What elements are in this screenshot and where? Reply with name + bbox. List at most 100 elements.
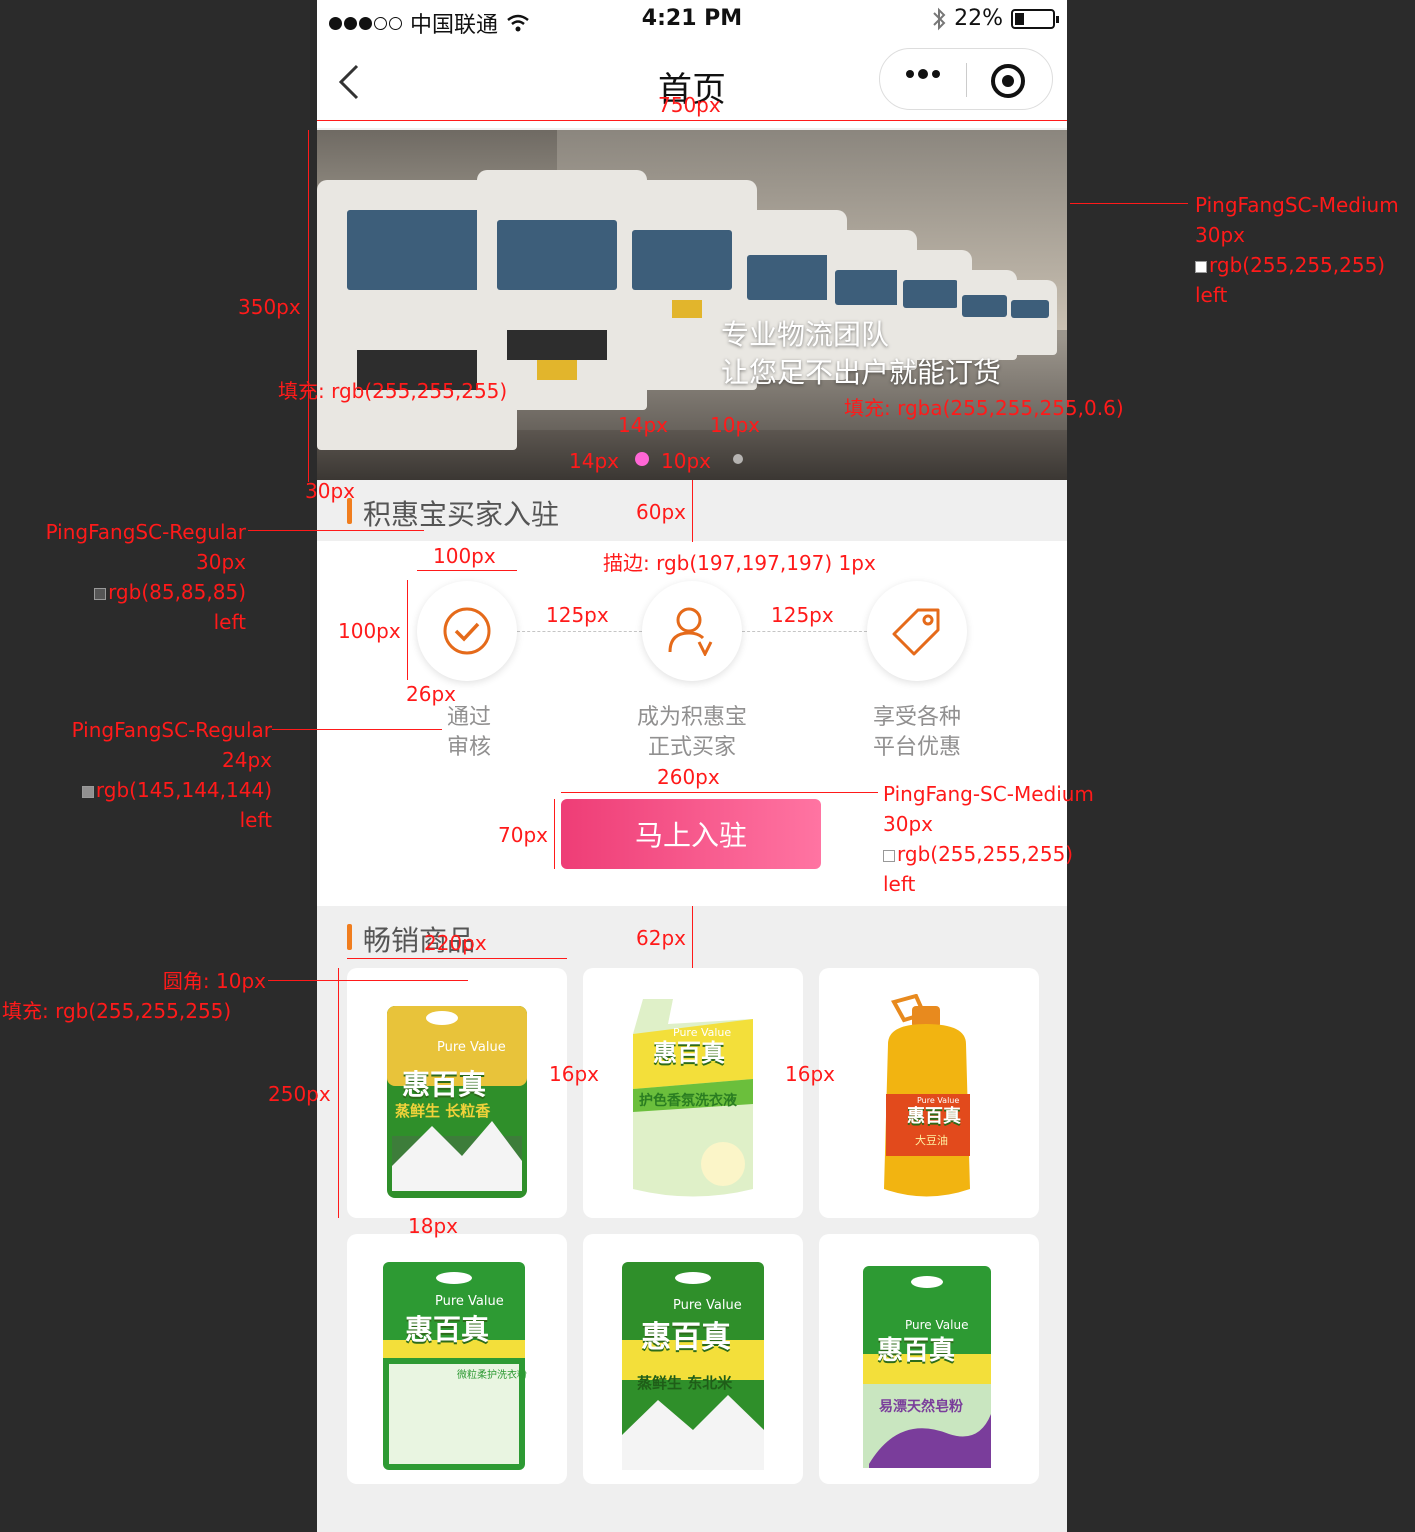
product-card[interactable]: 惠百真 Pure Value 微粒柔护洗衣粉 [347, 1234, 567, 1484]
product-card[interactable]: 惠百真 Pure Value 易漂天然皂粉 [819, 1234, 1039, 1484]
close-target-icon[interactable] [991, 64, 1025, 98]
font-spec-banner: PingFangSC-Medium 30px rgb(255,255,255) … [1195, 190, 1399, 310]
battery-icon [1011, 8, 1059, 29]
product-sub-brand: Pure Value [905, 1318, 969, 1332]
card-fill-spec: 填充: rgb(255,255,255) [2, 999, 232, 1023]
product-brand: 惠百真 [907, 1106, 961, 1127]
product-card[interactable]: 惠百真 Pure Value 蒸鲜生 长粒香 [347, 968, 567, 1218]
measure-label: 10px [661, 449, 711, 473]
measure-label: 750px [658, 93, 721, 117]
product-sub-brand: Pure Value [435, 1294, 504, 1309]
step-connector [517, 631, 642, 632]
measure-line [561, 792, 821, 793]
step-label-line: 正式买家 [647, 735, 736, 760]
radius-spec: 圆角: 10px [162, 969, 266, 993]
measure-label: 350px [238, 295, 301, 319]
spec-line: left [213, 610, 246, 634]
measure-label: 18px [408, 1214, 458, 1238]
measure-line [317, 120, 1067, 121]
product-brand: 惠百真 [641, 1320, 731, 1355]
product-image [622, 1262, 764, 1470]
stroke-spec: 描边: rgb(197,197,197) 1px [603, 551, 876, 575]
carousel-indicator-active[interactable] [635, 452, 649, 466]
user-v-icon [668, 607, 713, 656]
spec-line: PingFang-SC-Medium [883, 782, 1094, 806]
spec-line: rgb(85,85,85) [26, 577, 246, 607]
step-label-line: 成为积惠宝 [636, 705, 747, 730]
product-card[interactable]: 惠百真 Pure Value 蒸鲜生 东北米 [583, 1234, 803, 1484]
status-right: 22% [932, 6, 1059, 31]
battery-percent: 22% [954, 6, 1003, 31]
product-sub-brand: Pure Value [917, 1096, 960, 1105]
bluetooth-icon [933, 7, 946, 30]
product-sub-brand: Pure Value [437, 1040, 506, 1055]
fill-spec-active: 填充: rgb(255,255,255) [278, 379, 508, 403]
product-name: 护色香氛洗衣液 [639, 1093, 737, 1109]
mini-program-capsule [879, 48, 1053, 110]
spec-line: 30px [196, 550, 246, 574]
measure-label: 125px [546, 603, 609, 627]
measure-line [347, 958, 567, 959]
measure-label: 100px [338, 619, 401, 643]
spec-line: 30px [1195, 223, 1245, 247]
banner-carousel[interactable]: 专业物流团队 让您足不出户就能订货 [317, 130, 1067, 480]
section-accent-bar [347, 924, 352, 950]
step-enjoy-discounts [867, 581, 967, 681]
measure-line [308, 130, 309, 482]
status-bar: 中国联通 4:21 PM 22% [317, 0, 1067, 40]
spec-line: rgb(255,255,255) [883, 839, 1094, 869]
spec-line: 24px [222, 748, 272, 772]
spec-line: 30px [883, 812, 933, 836]
measure-line [407, 580, 408, 680]
measure-label: 14px [569, 449, 619, 473]
measure-line [554, 799, 555, 869]
spec-line: PingFangSC-Medium [1195, 193, 1399, 217]
step-review [417, 581, 517, 681]
product-card[interactable]: 惠百真 Pure Value 护色香氛洗衣液 [583, 968, 803, 1218]
spec-line: left [1195, 283, 1228, 307]
measure-label: 14px [618, 413, 668, 437]
product-brand: 惠百真 [402, 1068, 487, 1101]
measure-label: 220px [424, 931, 487, 955]
font-spec-section: PingFangSC-Regular 30px rgb(85,85,85) le… [26, 517, 246, 637]
spec-line: left [239, 808, 272, 832]
spec-line: left [883, 872, 916, 896]
font-spec-button: PingFang-SC-Medium 30px rgb(255,255,255)… [883, 779, 1094, 899]
font-spec-steps: PingFangSC-Regular 24px rgb(145,144,144)… [50, 715, 272, 835]
carousel-indicator[interactable] [733, 454, 743, 464]
product-card[interactable]: 惠百真 Pure Value 大豆油 [819, 968, 1039, 1218]
measure-label: 100px [433, 544, 496, 568]
measure-label: 30px [305, 479, 355, 503]
measure-line [338, 968, 339, 1218]
measure-label: 16px [549, 1062, 599, 1086]
step-label-review: 通过 审核 [389, 703, 549, 763]
measure-label: 26px [406, 682, 456, 706]
measure-label: 70px [498, 823, 548, 847]
step-label-discounts: 享受各种 平台优惠 [837, 703, 997, 763]
measure-label: 62px [636, 926, 686, 950]
measure-label: 60px [636, 500, 686, 524]
product-brand: 惠百真 [405, 1313, 490, 1346]
product-name: 大豆油 [915, 1134, 948, 1147]
capsule-divider [966, 63, 967, 97]
product-brand: 惠百真 [877, 1336, 956, 1366]
spec-line: PingFangSC-Regular [71, 718, 272, 742]
measure-label: 125px [771, 603, 834, 627]
tag-icon [892, 608, 940, 656]
join-section-title: 积惠宝买家入驻 [363, 498, 560, 531]
measure-label: 260px [657, 765, 720, 789]
step-label-line: 平台优惠 [872, 735, 961, 760]
step-label-line: 审核 [446, 735, 491, 760]
more-icon[interactable] [906, 69, 940, 79]
product-name: 蒸鲜生 东北米 [637, 1374, 733, 1392]
step-become-buyer [642, 581, 742, 681]
measure-line [692, 480, 693, 542]
banner-caption: 专业物流团队 让您足不出户就能订货 [721, 316, 1001, 392]
step-connector [742, 631, 867, 632]
product-name: 蒸鲜生 长粒香 [395, 1102, 491, 1120]
product-sub-brand: Pure Value [673, 1026, 732, 1039]
product-name: 微粒柔护洗衣粉 [457, 1370, 527, 1381]
banner-caption-line2: 让您足不出户就能订货 [721, 356, 1002, 389]
join-now-button[interactable]: 马上入驻 [561, 799, 821, 869]
check-circle-icon [443, 607, 491, 655]
